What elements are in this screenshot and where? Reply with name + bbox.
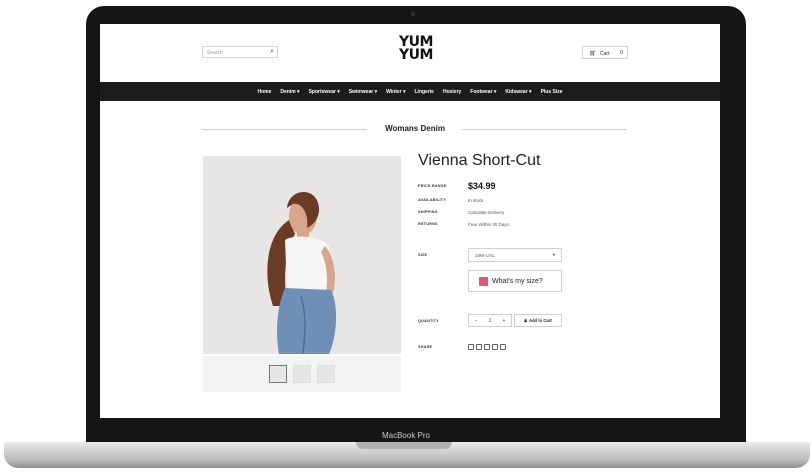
section-divider-left bbox=[202, 129, 367, 130]
price-value: $34.99 bbox=[468, 181, 496, 191]
returns-value: Free Within 30 Days bbox=[468, 221, 509, 227]
nav-item-kidswear[interactable]: Kidswear ▾ bbox=[505, 89, 531, 95]
email-icon[interactable] bbox=[492, 344, 498, 350]
availability-label: AVAILABILITY bbox=[418, 198, 446, 202]
thumbnail-strip bbox=[203, 356, 401, 392]
nav-item-hosiery[interactable]: Hosiery bbox=[443, 89, 461, 95]
size-guide-label: What's my size? bbox=[492, 277, 543, 285]
section-divider-right bbox=[462, 129, 627, 130]
shipping-value[interactable]: Calculate Delivery bbox=[468, 210, 504, 215]
main-nav: Home Denim ▾ Sportswear ▾ Swimwear ▾ Win… bbox=[100, 82, 720, 101]
device-label: MacBook Pro bbox=[381, 431, 431, 440]
nav-item-sportswear[interactable]: Sportswear ▾ bbox=[309, 89, 340, 95]
camera-dot bbox=[411, 12, 415, 16]
nav-item-denim[interactable]: Denim ▾ bbox=[280, 89, 299, 95]
search-input[interactable]: Search ⌕ bbox=[202, 46, 278, 58]
add-to-cart-button[interactable]: 🔒︎ Add to Cart bbox=[514, 314, 562, 327]
cart-count: 0 bbox=[620, 50, 623, 56]
section-title: Womans Denim bbox=[385, 124, 445, 133]
price-label: PRICE RANGE bbox=[418, 184, 447, 188]
size-guide-button[interactable]: What's my size? bbox=[468, 270, 562, 292]
cart-icon: 🛒︎ bbox=[589, 51, 597, 57]
model-photo-illustration bbox=[203, 156, 401, 354]
size-selected-value: 10W-L/XL bbox=[475, 253, 495, 258]
add-to-cart-label: Add to Cart bbox=[528, 318, 552, 323]
plus-icon[interactable]: + bbox=[503, 318, 506, 324]
nav-item-home[interactable]: Home bbox=[257, 89, 271, 95]
quantity-value[interactable]: 1 bbox=[489, 318, 492, 324]
nav-item-lingerie[interactable]: Lingerie bbox=[415, 89, 434, 95]
nav-item-swimwear[interactable]: Swimwear ▾ bbox=[349, 89, 377, 95]
product-title: Vienna Short-Cut bbox=[418, 152, 541, 169]
returns-row: RETURNS Free Within 30 Days bbox=[418, 219, 509, 229]
cart-button[interactable]: 🛒︎ Cart 0 bbox=[582, 46, 628, 59]
nav-item-footwear[interactable]: Footwear ▾ bbox=[470, 89, 496, 95]
search-placeholder: Search bbox=[207, 50, 223, 56]
size-label: SIZE bbox=[418, 253, 428, 257]
cart-label: Cart bbox=[600, 51, 610, 57]
availability-value: In stock bbox=[468, 197, 484, 203]
ruler-icon bbox=[479, 276, 488, 286]
product-main-image[interactable] bbox=[203, 156, 401, 354]
thumbnail-1[interactable] bbox=[269, 365, 287, 383]
returns-label: RETURNS bbox=[418, 222, 438, 226]
browser-screen: Search ⌕ YUM YUM 🛒︎ Cart 0 Home Denim ▾ … bbox=[100, 24, 720, 418]
shipping-label: SHIPPING bbox=[418, 210, 438, 214]
share-row: SHARE bbox=[418, 342, 468, 352]
logo-line-2: YUM bbox=[399, 47, 433, 63]
link-icon[interactable] bbox=[500, 344, 506, 350]
availability-row: AVAILABILITY In stock bbox=[418, 195, 484, 205]
share-label: SHARE bbox=[418, 345, 433, 349]
quantity-stepper[interactable]: − 1 + bbox=[468, 314, 512, 327]
twitter-icon[interactable] bbox=[476, 344, 482, 350]
size-select[interactable]: 10W-L/XL ▼ bbox=[468, 248, 562, 262]
quantity-label: QUANTITY bbox=[418, 319, 440, 323]
nav-item-winter[interactable]: Winter ▾ bbox=[386, 89, 405, 95]
quantity-row: QUANTITY bbox=[418, 316, 468, 326]
nav-item-plus-size[interactable]: Plus Size bbox=[541, 89, 563, 95]
share-icons bbox=[468, 344, 506, 350]
thumbnail-3[interactable] bbox=[317, 365, 335, 383]
site-logo[interactable]: YUM YUM bbox=[386, 35, 446, 63]
chevron-down-icon: ▼ bbox=[552, 252, 556, 257]
search-icon[interactable]: ⌕ bbox=[270, 48, 274, 56]
minus-icon[interactable]: − bbox=[475, 318, 478, 324]
lock-icon: 🔒︎ bbox=[524, 317, 527, 324]
size-row: SIZE bbox=[418, 250, 468, 260]
facebook-icon[interactable] bbox=[468, 344, 474, 350]
price-row: PRICE RANGE $34.99 bbox=[418, 181, 496, 191]
laptop-scene: Search ⌕ YUM YUM 🛒︎ Cart 0 Home Denim ▾ … bbox=[0, 0, 812, 473]
pinterest-icon[interactable] bbox=[484, 344, 490, 350]
thumbnail-2[interactable] bbox=[293, 365, 311, 383]
laptop-notch bbox=[356, 442, 452, 449]
shipping-row: SHIPPING Calculate Delivery bbox=[418, 207, 504, 217]
